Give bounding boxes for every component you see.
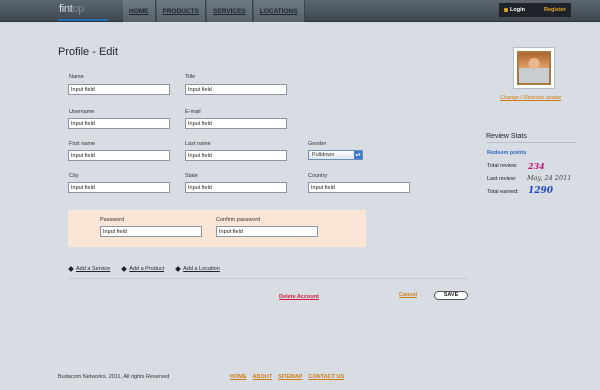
footer-sitemap-link[interactable]: SITEMAP bbox=[278, 374, 302, 380]
total-earned-value: 1290 bbox=[528, 186, 554, 196]
first-name-input[interactable]: Input field bbox=[68, 150, 170, 161]
nav-services[interactable]: SERVICES bbox=[206, 0, 253, 22]
add-location-link[interactable]: Add a Location bbox=[175, 266, 220, 272]
last-name-label: Last name bbox=[185, 141, 211, 147]
gender-label: Gender bbox=[308, 141, 327, 147]
add-links: Add a Service Add a Product Add a Locati… bbox=[68, 266, 220, 272]
country-label: Country bbox=[308, 173, 328, 179]
password-label: Password bbox=[100, 217, 125, 223]
title-label: Title bbox=[185, 74, 196, 80]
last-review-value: May, 24 2011 bbox=[527, 174, 572, 182]
last-name-input[interactable]: Input field bbox=[185, 150, 287, 161]
city-label: City bbox=[69, 173, 79, 179]
top-navigation-bar: fintop HOME PRODUCTS SERVICES LOCATIONS … bbox=[0, 0, 600, 22]
footer-home-link[interactable]: HOME bbox=[230, 374, 247, 380]
register-link[interactable]: Register bbox=[544, 7, 570, 13]
first-name-label: First name bbox=[69, 141, 95, 147]
main-nav: HOME PRODUCTS SERVICES LOCATIONS bbox=[123, 0, 306, 22]
nav-locations[interactable]: LOCATIONS bbox=[253, 0, 305, 22]
name-input[interactable]: Input field bbox=[68, 84, 170, 95]
footer-contact-link[interactable]: CONTACT US bbox=[309, 374, 345, 380]
email-label: E-mail bbox=[185, 109, 201, 115]
redeem-points-link[interactable]: Redeem points bbox=[487, 150, 526, 156]
username-label: Username bbox=[69, 109, 95, 115]
login-label: Login bbox=[510, 7, 525, 13]
nav-products[interactable]: PRODUCTS bbox=[156, 0, 206, 22]
delete-account-link[interactable]: Delete Account bbox=[279, 294, 319, 300]
confirm-password-input[interactable]: Input field bbox=[216, 226, 318, 237]
save-button[interactable]: SAVE bbox=[434, 291, 468, 300]
divider bbox=[68, 278, 468, 279]
last-review-label: Last review: bbox=[487, 176, 517, 182]
avatar bbox=[513, 47, 555, 89]
add-service-link[interactable]: Add a Service bbox=[68, 266, 110, 272]
country-input[interactable]: Input field bbox=[308, 182, 410, 193]
footer-links: HOME ABOUT SITEMAP CONTACT US bbox=[230, 374, 344, 380]
login-link[interactable]: Login bbox=[500, 7, 525, 13]
change-avatar-link[interactable]: Change / Remove avatar bbox=[500, 95, 561, 101]
logo-text-main: fint bbox=[59, 3, 73, 15]
password-input[interactable]: Input field bbox=[100, 226, 202, 237]
auth-box: Login Register bbox=[499, 3, 571, 17]
username-input[interactable]: Input field bbox=[68, 118, 170, 129]
cancel-link[interactable]: Cancel bbox=[399, 292, 417, 298]
page-title: Profile - Edit bbox=[58, 46, 118, 58]
state-label: State bbox=[185, 173, 198, 179]
gender-selected: Pulldown bbox=[312, 152, 335, 158]
logo-text-faded: op bbox=[72, 3, 85, 15]
total-review-value: 234 bbox=[528, 161, 545, 171]
name-label: Name bbox=[69, 74, 84, 80]
review-divider bbox=[486, 142, 576, 143]
select-arrows-icon: ▴▾ bbox=[354, 151, 362, 159]
bullet-diamond-icon bbox=[121, 266, 128, 272]
add-product-link[interactable]: Add a Product bbox=[121, 266, 164, 272]
copyright: Budacom Networks, 2011, All rights Reser… bbox=[58, 374, 170, 380]
bullet-diamond-icon bbox=[68, 266, 74, 272]
total-earned-label: Total earned: bbox=[487, 189, 519, 195]
total-review-label: Total review: bbox=[487, 163, 518, 169]
nav-home[interactable]: HOME bbox=[123, 0, 156, 22]
gender-select[interactable]: Pulldown ▴▾ bbox=[308, 150, 363, 160]
review-stats-title: Review Stats bbox=[486, 133, 527, 140]
bullet-diamond-icon bbox=[175, 266, 181, 272]
logo[interactable]: fintop bbox=[56, 0, 108, 21]
city-input[interactable]: Input field bbox=[68, 182, 170, 193]
footer-about-link[interactable]: ABOUT bbox=[253, 374, 273, 380]
title-input[interactable]: Input field bbox=[185, 84, 287, 95]
lock-icon bbox=[504, 8, 508, 12]
confirm-password-label: Confirm password bbox=[216, 217, 261, 223]
logo-underline bbox=[58, 19, 108, 21]
state-input[interactable]: Input field bbox=[185, 182, 287, 193]
email-input[interactable]: Input field bbox=[185, 118, 287, 129]
avatar-image bbox=[517, 51, 551, 85]
